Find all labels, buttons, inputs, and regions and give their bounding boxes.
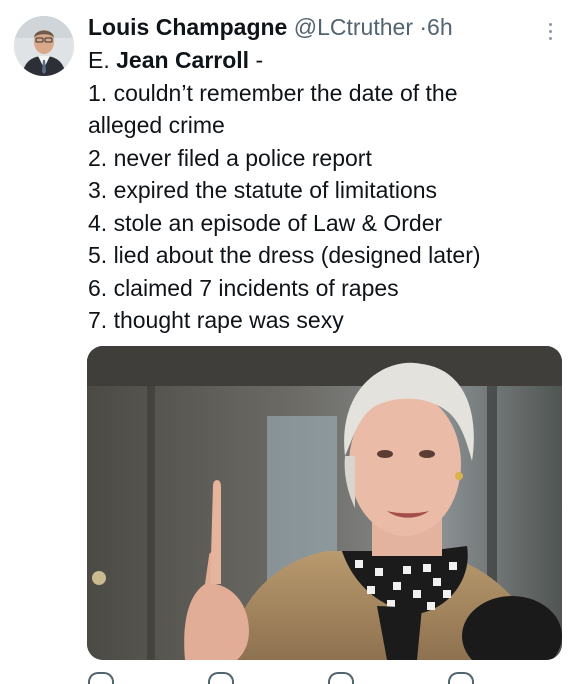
list-item: 2. never filed a police report — [88, 144, 372, 171]
avatar-photo-icon — [14, 16, 74, 76]
more-vertical-icon — [548, 22, 552, 26]
tweet-timestamp[interactable]: 6h — [427, 14, 453, 40]
tweet-media-image[interactable] — [87, 346, 562, 660]
more-options-button[interactable] — [538, 16, 562, 46]
share-icon[interactable] — [448, 672, 474, 684]
list-item: 5. lied about the dress (designed later) — [88, 242, 481, 268]
author-display-name[interactable]: Louis Champagne — [88, 14, 287, 40]
tweet-header: Louis Champagne @LCtruther ·6h — [88, 12, 453, 42]
retweet-icon[interactable] — [208, 672, 234, 684]
header-separator: · — [419, 14, 428, 40]
author-handle[interactable]: @LCtruther — [294, 14, 413, 40]
list-item: 6. claimed 7 incidents of rapes — [88, 274, 399, 301]
subject-name: Jean Carroll — [116, 47, 250, 73]
list-item: 4. stole an episode of Law & Order — [88, 209, 443, 236]
tweet-action-bar — [88, 668, 558, 684]
like-icon[interactable] — [328, 672, 354, 684]
list-item: 1. couldn’t remember the date of the — [88, 79, 458, 106]
more-vertical-icon-dot — [548, 29, 552, 33]
reply-icon[interactable] — [88, 672, 114, 684]
subject-prefix: E. — [88, 47, 110, 73]
tweet-subject-line: E. Jean Carroll - — [88, 44, 558, 77]
list-item: 7. thought rape was sexy — [88, 307, 344, 333]
subject-suffix: - — [255, 47, 264, 73]
more-vertical-icon-dot — [548, 36, 552, 40]
list-item: 3. expired the statute of limitations — [88, 177, 438, 203]
tweet-card[interactable]: Louis Champagne @LCtruther ·6h E. Jean C… — [0, 0, 579, 684]
list-item: alleged crime — [88, 112, 225, 138]
photo-of-woman-raising-finger-icon — [87, 346, 562, 660]
author-avatar[interactable] — [14, 16, 74, 76]
tweet-text: E. Jean Carroll - 1. couldn’t remember t… — [88, 44, 558, 337]
